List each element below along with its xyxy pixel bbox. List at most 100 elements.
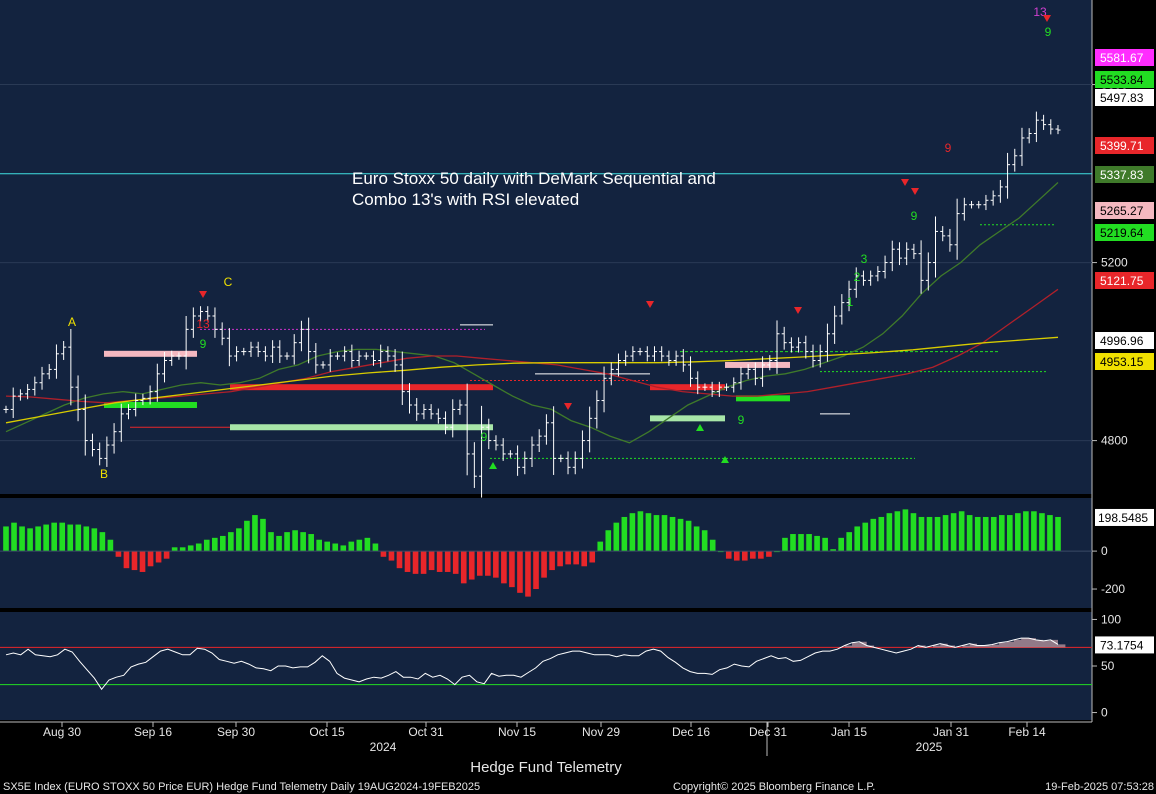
demark-count-label: 9: [200, 337, 207, 351]
histogram-bar: [926, 516, 933, 552]
histogram-bar: [709, 539, 716, 552]
histogram-bar: [1007, 515, 1013, 552]
histogram-bar: [533, 551, 539, 590]
histogram-bar: [268, 532, 274, 552]
year-label-2024: 2024: [370, 740, 397, 754]
histogram-bar: [878, 516, 885, 552]
histogram-bar: [741, 551, 748, 561]
histogram-bar: [1015, 513, 1021, 552]
histogram-bar: [115, 551, 122, 557]
price-tag-value: 5265.27: [1100, 204, 1144, 218]
histogram-bar: [725, 551, 732, 559]
year-label-2025: 2025: [916, 740, 943, 754]
histogram-bar: [998, 515, 1005, 552]
demark-count-label: 13: [196, 317, 210, 331]
histogram-bar: [420, 551, 427, 574]
histogram-bar: [292, 530, 298, 552]
histogram-bar: [171, 547, 178, 552]
x-tick-label: Dec 31: [749, 725, 787, 739]
histogram-bar: [83, 526, 90, 552]
histogram-bar: [27, 528, 33, 552]
histogram-bar: [621, 516, 628, 552]
histogram-bar: [380, 551, 387, 557]
histogram-bar: [99, 532, 106, 552]
x-tick-label: Oct 31: [408, 725, 444, 739]
histogram-bar: [340, 545, 347, 552]
histogram-bar: [1047, 515, 1053, 552]
rsi-y-tick-label: 0: [1101, 706, 1108, 720]
histogram-bar: [525, 551, 531, 597]
histogram-bar: [388, 551, 395, 561]
histogram-bar: [918, 516, 925, 552]
price-tag-value: 5399.71: [1100, 139, 1144, 153]
histogram-bar: [139, 551, 146, 572]
histogram-bar: [236, 528, 242, 552]
histogram-bar: [147, 551, 154, 567]
histogram-bar: [637, 511, 644, 552]
histogram-bar: [324, 541, 331, 552]
price-tag-value: 5581.67: [1100, 51, 1144, 65]
rsi-panel-bg: [0, 612, 1092, 720]
histogram-bar: [91, 528, 98, 552]
histogram-bar: [870, 518, 877, 552]
price-tag-value: 5533.84: [1100, 73, 1144, 87]
histogram-bar: [460, 551, 467, 584]
histogram-bar: [252, 515, 258, 552]
price-y-tick-label: 5200: [1101, 256, 1128, 270]
histogram-bar: [645, 513, 652, 552]
histogram-bar: [1031, 511, 1037, 552]
histogram-bar: [685, 520, 692, 552]
demark-count-label: 9: [1045, 25, 1052, 39]
histogram-bar: [862, 522, 869, 552]
demark-count-label: 3: [861, 252, 868, 266]
histogram-bar: [798, 534, 804, 552]
histogram-bar: [613, 522, 620, 552]
histogram-bar: [910, 513, 917, 552]
histogram-bar: [436, 551, 443, 572]
histogram-bar: [677, 518, 684, 552]
price-tags: 5581.67 5533.84 5497.83 5399.71 5337.83 5265.…: [1095, 49, 1154, 654]
histogram-bar: [163, 551, 170, 559]
setup-level-bar: [104, 350, 197, 357]
histogram-last-tag-value: 198.5485: [1098, 511, 1148, 525]
histogram-bar: [573, 551, 579, 565]
histogram-bar: [846, 532, 853, 552]
rsi-y-tick-label: 100: [1101, 612, 1121, 626]
histogram-bar: [300, 532, 306, 552]
histogram-bar: [902, 509, 909, 552]
histogram-bar: [982, 516, 989, 552]
demark-count-label: B: [100, 467, 108, 481]
setup-level-bar: [650, 415, 725, 422]
histogram-bar: [220, 535, 226, 552]
histogram-bar: [557, 551, 563, 567]
histogram-y-tick-label: 0: [1101, 544, 1108, 558]
histogram-bar: [211, 537, 218, 552]
histogram-bar: [974, 516, 981, 552]
histogram-bar: [67, 524, 74, 552]
histogram-bar: [605, 530, 612, 552]
histogram-bar: [669, 516, 676, 552]
histogram-bar: [1039, 513, 1045, 552]
price-tag-value: 4996.96: [1100, 334, 1144, 348]
histogram-bar: [396, 551, 403, 569]
histogram-bar: [348, 541, 355, 552]
histogram-bar: [107, 539, 114, 552]
histogram-bar: [758, 551, 764, 559]
histogram-bar: [316, 539, 323, 552]
histogram-bar: [782, 537, 788, 552]
histogram-bar: [950, 513, 957, 552]
histogram-bar: [203, 539, 210, 552]
histogram-bar: [966, 515, 973, 552]
histogram-bar: [244, 520, 250, 552]
footer-center: Copyright© 2025 Bloomberg Finance L.P.: [673, 781, 875, 793]
footer-right: 19-Feb-2025 07:53:28: [1045, 781, 1154, 793]
histogram-bar: [468, 551, 475, 580]
x-tick-label: Sep 30: [217, 725, 255, 739]
x-tick-label: Jan 15: [831, 725, 867, 739]
x-tick-label: Sep 16: [134, 725, 172, 739]
annotation-line-2: Combo 13's with RSI elevated: [352, 190, 579, 209]
histogram-bar: [581, 551, 588, 567]
chart-stage: ABC9999913139123 5600520048000-200100500…: [0, 0, 1156, 794]
x-tick-label: Dec 16: [672, 725, 710, 739]
setup-level-bar: [650, 384, 725, 391]
